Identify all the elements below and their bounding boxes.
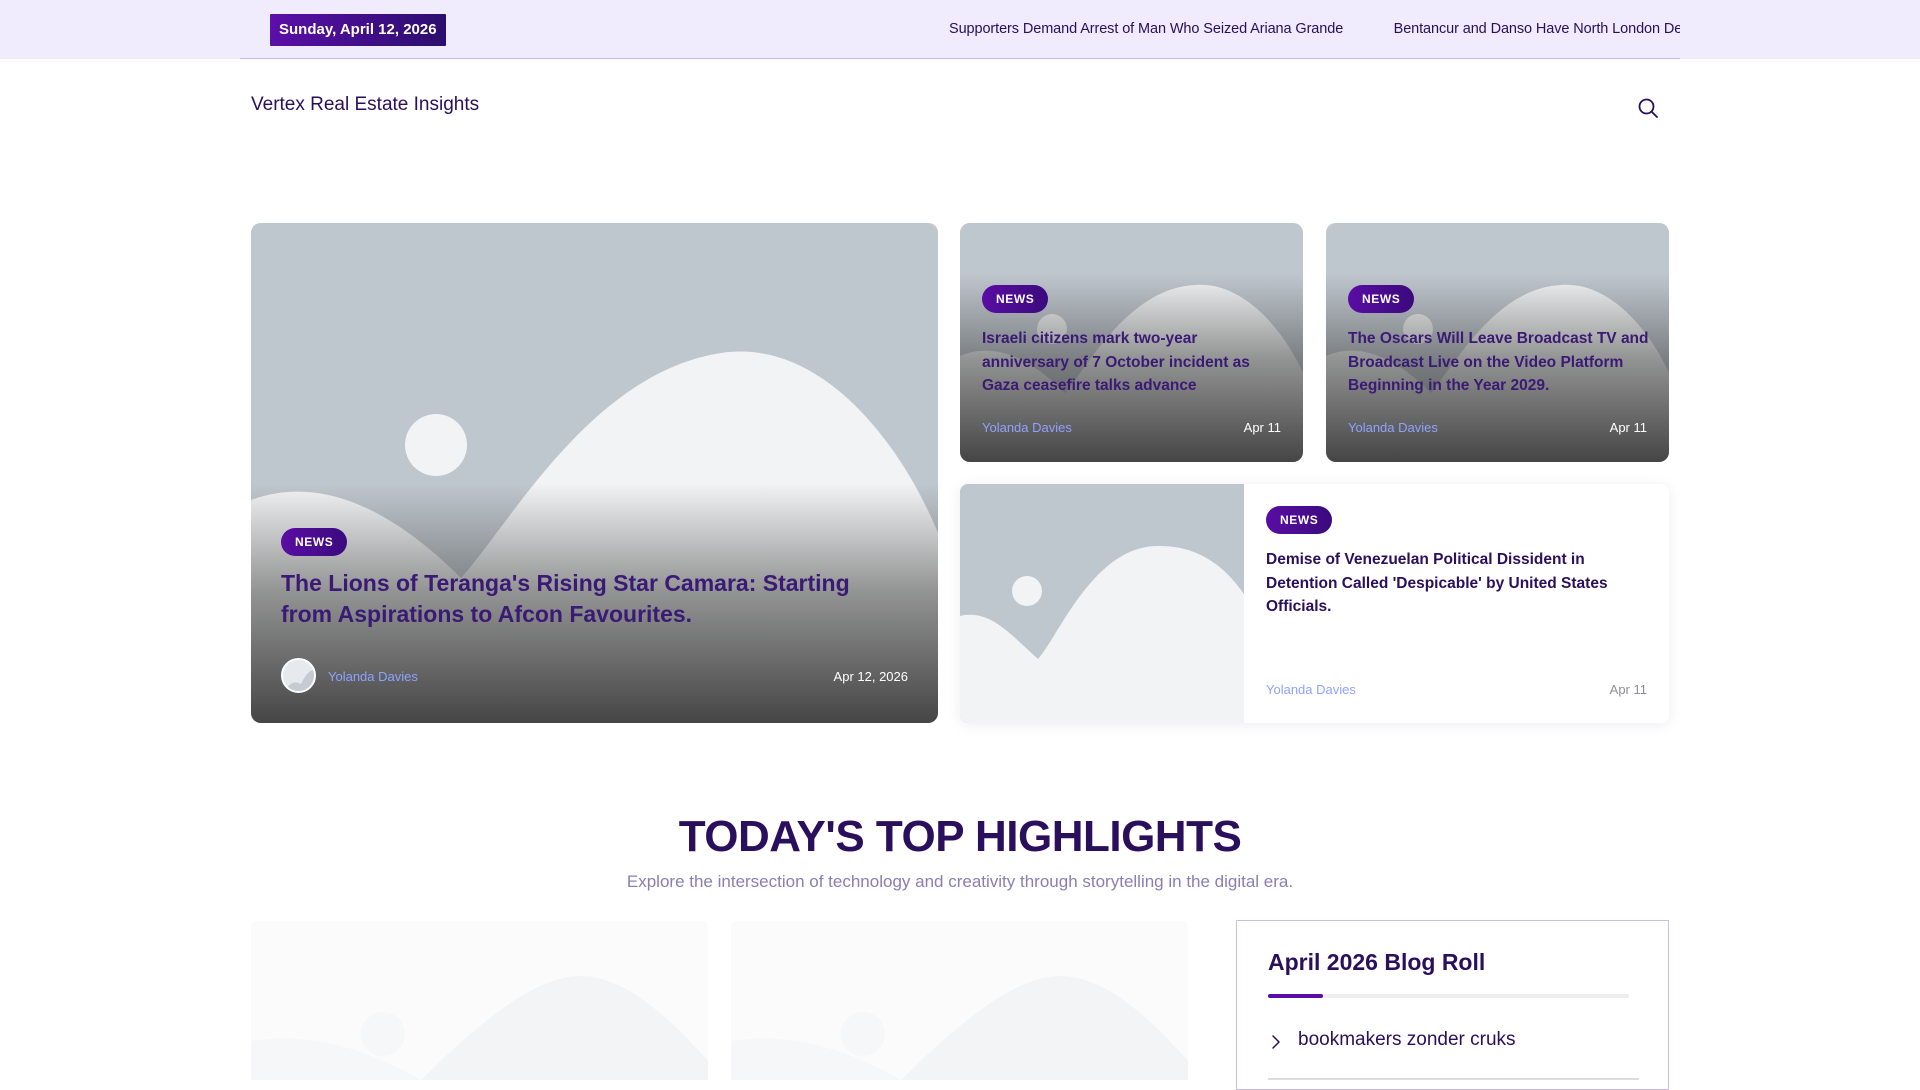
date-badge: Sunday, April 12, 2026 (270, 14, 446, 46)
article-title[interactable]: The Oscars Will Leave Broadcast TV and B… (1348, 327, 1653, 398)
article-date: Apr 11 (1243, 420, 1281, 435)
highlight-card[interactable] (251, 921, 708, 1080)
image-placeholder-icon (960, 484, 1244, 723)
category-tag[interactable]: NEWS (1266, 506, 1333, 534)
chevron-right-icon (1272, 1035, 1280, 1049)
article-title[interactable]: Demise of Venezuelan Political Dissident… (1266, 548, 1636, 619)
category-tag[interactable]: NEWS (1348, 285, 1415, 313)
featured-article-card[interactable]: NEWS Israeli citizens mark two-year anni… (960, 223, 1303, 462)
highlight-card[interactable] (731, 921, 1188, 1080)
blog-roll-item-label: bookmakers zonder cruks (1298, 1029, 1516, 1050)
category-tag[interactable]: NEWS (281, 528, 348, 556)
featured-article-card-horizontal[interactable]: NEWS Demise of Venezuelan Political Diss… (960, 484, 1669, 723)
section-title: TODAY'S TOP HIGHLIGHTS (678, 812, 1242, 861)
section-subtitle: Explore the intersection of technology a… (626, 872, 1294, 891)
search-icon (1638, 98, 1658, 118)
blog-roll-widget: April 2026 Blog Roll bookmakers zonder c… (1236, 920, 1669, 1090)
search-button[interactable] (1636, 96, 1660, 120)
site-title[interactable]: Vertex Real Estate Insights (251, 94, 479, 116)
blog-roll-title: April 2026 Blog Roll (1268, 949, 1486, 975)
news-ticker: Supporters Demand Arrest of Man Who Seiz… (949, 0, 1680, 58)
category-tag[interactable]: NEWS (982, 285, 1049, 313)
top-bar: Sunday, April 12, 2026 Supporters Demand… (0, 0, 1920, 59)
ticker-item[interactable]: Bentancur and Danso Have North London De… (1394, 0, 1680, 58)
blog-roll-item[interactable]: bookmakers zonder cruks (1268, 1028, 1639, 1080)
article-title[interactable]: Israeli citizens mark two-year anniversa… (982, 327, 1287, 398)
article-thumbnail[interactable] (960, 484, 1244, 723)
featured-article-card[interactable]: NEWS The Oscars Will Leave Broadcast TV … (1326, 223, 1669, 462)
article-title[interactable]: The Lions of Teranga's Rising Star Camar… (281, 568, 901, 630)
article-date: Apr 11 (1609, 420, 1647, 435)
article-date: Apr 12, 2026 (833, 669, 908, 684)
article-author[interactable]: Yolanda Davies (982, 420, 1072, 435)
top-bar-inner: Sunday, April 12, 2026 Supporters Demand… (240, 0, 1680, 59)
image-placeholder-icon (251, 921, 708, 1080)
avatar (281, 658, 316, 693)
article-author[interactable]: Yolanda Davies (328, 669, 418, 684)
title-underline-accent (1268, 994, 1323, 998)
title-underline (1268, 994, 1629, 998)
article-author[interactable]: Yolanda Davies (1266, 682, 1356, 697)
ticker-item[interactable]: Supporters Demand Arrest of Man Who Seiz… (949, 0, 1343, 58)
article-date: Apr 11 (1609, 682, 1647, 697)
featured-article-main[interactable]: NEWS The Lions of Teranga's Rising Star … (251, 223, 938, 723)
article-author[interactable]: Yolanda Davies (1348, 420, 1438, 435)
image-placeholder-icon (731, 921, 1188, 1080)
